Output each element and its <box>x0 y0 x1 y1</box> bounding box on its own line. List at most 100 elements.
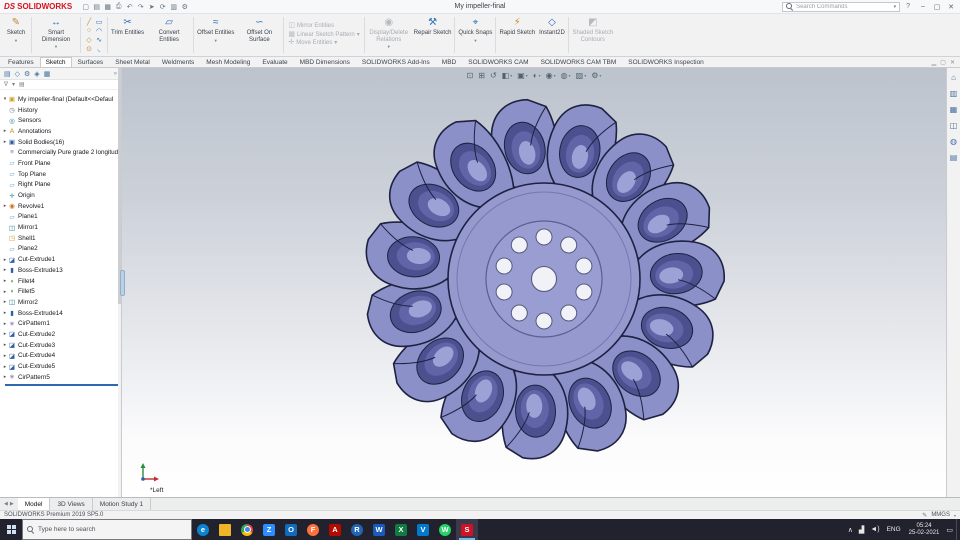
tab-motion-study-1[interactable]: Motion Study 1 <box>93 498 152 510</box>
start-button[interactable] <box>0 519 22 540</box>
save-icon[interactable]: ▦ <box>103 1 112 12</box>
whatsapp-taskbar-button[interactable]: W <box>434 519 456 540</box>
mirror-entities-button[interactable]: ◫ Mirror Entities <box>288 23 359 30</box>
rebuild-icon[interactable]: ⟳ <box>158 1 167 12</box>
centerpoint-arc-tool-icon[interactable]: ◠ <box>94 26 104 35</box>
close-button[interactable]: ✕ <box>944 1 958 13</box>
new-file-icon[interactable]: ▢ <box>81 1 90 12</box>
tab-weldments[interactable]: Weldments <box>156 57 200 67</box>
offset-on-surface-button[interactable]: ∽ Offset On Surface <box>236 15 282 55</box>
feature-tree-item-plane2[interactable]: ▱ Plane2 <box>0 244 121 255</box>
sketch-dropdown-icon[interactable]: ▼ <box>14 38 18 43</box>
view-palette-icon[interactable]: ◫ <box>950 121 958 130</box>
tab-3d-views[interactable]: 3D Views <box>50 498 93 510</box>
feature-tree-item-revolve1[interactable]: ▸ ◉ Revolve1 <box>0 201 121 212</box>
offset-entities-button[interactable]: ≈ Offset Entities ▼ <box>195 15 236 55</box>
quick-snaps-button[interactable]: ⌖ Quick Snaps ▼ <box>456 15 494 55</box>
units-badge[interactable]: MMGS <box>931 512 950 518</box>
impeller-drawing[interactable] <box>344 79 744 479</box>
feature-tree-item-fillet4[interactable]: ▸ ◖ Fillet4 <box>0 276 121 287</box>
minimize-button[interactable]: – <box>916 1 930 13</box>
dimxpertmanager-tab-icon[interactable]: ◈ <box>34 70 39 78</box>
tab-solidworks-inspection[interactable]: SOLIDWORKS Inspection <box>622 57 710 67</box>
feature-tree-item-sensors[interactable]: ◎ Sensors <box>0 115 121 126</box>
feature-tree-item-shell1[interactable]: ◳ Shell1 <box>0 233 121 244</box>
smart-dimension-button[interactable]: ↔ Smart Dimension ▼ <box>33 15 79 55</box>
filter-dropdown-icon[interactable]: ▾ <box>12 81 15 88</box>
action-center-icon[interactable]: ▭ <box>943 526 956 534</box>
feature-tree-item-front-plane[interactable]: ▱ Front Plane <box>0 158 121 169</box>
network-icon[interactable]: ▟ <box>856 526 867 534</box>
doc-minimize-button[interactable]: ▁ <box>932 59 937 66</box>
repair-sketch-button[interactable]: ⚒ Repair Sketch <box>412 15 454 55</box>
feature-tree-item-right-plane[interactable]: ▱ Right Plane <box>0 180 121 191</box>
line-tool-icon[interactable]: ╱ <box>84 17 94 26</box>
tab-model[interactable]: Model <box>17 498 51 510</box>
sketch-fillet-tool-icon[interactable]: ◟ <box>94 44 104 53</box>
tab-mbd-dimensions[interactable]: MBD Dimensions <box>294 57 356 67</box>
volume-icon[interactable]: ◄) <box>867 526 882 533</box>
featuremanager-tab-icon[interactable]: ▤ <box>4 70 11 78</box>
doc-close-button[interactable]: ✕ <box>950 59 955 66</box>
chrome-taskbar-button[interactable] <box>236 519 258 540</box>
file-properties-icon[interactable]: ▥ <box>169 1 178 12</box>
options-icon[interactable]: ⚙ <box>180 1 189 12</box>
trim-entities-button[interactable]: ✂ Trim Entities <box>109 15 146 55</box>
convert-entities-button[interactable]: ▱ Convert Entities <box>146 15 192 55</box>
help-icon[interactable]: ? <box>904 3 912 10</box>
feature-tree-item-history[interactable]: ◷ History <box>0 105 121 116</box>
search-dropdown-icon[interactable]: ▾ <box>894 4 897 10</box>
tab-mesh-modeling[interactable]: Mesh Modeling <box>200 57 256 67</box>
spline-tool-icon[interactable]: ∿ <box>94 35 104 44</box>
show-desktop-button[interactable] <box>956 519 960 540</box>
feature-tree-item-origin[interactable]: ✛ Origin <box>0 190 121 201</box>
linear-sketch-pattern-button[interactable]: ▦ Linear Sketch Pattern ▾ <box>288 31 359 39</box>
circle-tool-icon[interactable]: ○ <box>84 26 94 35</box>
vscode-taskbar-button[interactable]: V <box>412 519 434 540</box>
doc-restore-button[interactable]: ▢ <box>940 59 946 66</box>
print-icon[interactable]: ⎙ <box>114 1 123 12</box>
quick-snaps-dropdown-icon[interactable]: ▼ <box>473 38 477 43</box>
edge-taskbar-button[interactable]: e <box>192 519 214 540</box>
corner-rectangle-tool-icon[interactable]: ▭ <box>94 17 104 26</box>
feature-tree-item-boss-extrude14[interactable]: ▸ ▮ Boss-Extrude14 <box>0 308 121 319</box>
instant2d-button[interactable]: ◇ Instant2D <box>537 15 567 55</box>
feature-tree-item-mirror1[interactable]: ◫ Mirror1 <box>0 222 121 233</box>
tab-mbd[interactable]: MBD <box>436 57 462 67</box>
feature-tree-item-cut-extrude1[interactable]: ▸ ◪ Cut-Extrude1 <box>0 254 121 265</box>
graphics-viewport[interactable]: ⊡ ⊞ ↺ ◧ ▾ ▣ ▾ ◐ ▾ ◉ ▾ ◍ ▾ ▨ ▾ ⚙ ▾ *Left <box>122 68 946 497</box>
undo-icon[interactable]: ↶ <box>125 1 134 12</box>
maximize-button[interactable]: ▢ <box>930 1 944 13</box>
feature-tree-item-my-impeller-final-default-defaul[interactable]: ▾ ▣ My impeller-final (Default<<Defaul <box>0 94 121 105</box>
feature-tree-item-top-plane[interactable]: ▱ Top Plane <box>0 169 121 180</box>
edit-appearance-dropdown-icon[interactable]: ▾ <box>569 73 571 78</box>
solidworks-resources-icon[interactable]: ⌂ <box>951 73 956 82</box>
tab-solidworks-cam-tbm[interactable]: SOLIDWORKS CAM TBM <box>535 57 623 67</box>
tab-solidworks-cam[interactable]: SOLIDWORKS CAM <box>462 57 534 67</box>
hide-show-items-dropdown-icon[interactable]: ▾ <box>554 73 556 78</box>
custom-properties-icon[interactable]: ▤ <box>950 153 958 162</box>
display-delete-dropdown-icon[interactable]: ▼ <box>387 44 391 49</box>
redo-icon[interactable]: ↷ <box>136 1 145 12</box>
feature-tree-item-cut-extrude3[interactable]: ▸ ◪ Cut-Extrude3 <box>0 340 121 351</box>
view-settings-dropdown-icon[interactable]: ▾ <box>599 73 601 78</box>
feature-tree-item-mirror2[interactable]: ▸ ◫ Mirror2 <box>0 297 121 308</box>
panel-splitter-handle[interactable] <box>120 270 125 296</box>
design-library-icon[interactable]: ▥ <box>950 89 958 98</box>
feature-tree-item-cirpattern1[interactable]: ▸ ✳ CirPattern1 <box>0 318 121 329</box>
tab-surfaces[interactable]: Surfaces <box>72 57 110 67</box>
taskbar-search-input[interactable]: Type here to search <box>22 519 192 540</box>
rollback-bar[interactable] <box>5 383 118 386</box>
configurationmanager-tab-icon[interactable]: ⚙ <box>24 70 30 78</box>
panel-flyout-icon[interactable]: » <box>114 71 117 77</box>
acrobat-taskbar-button[interactable]: A <box>324 519 346 540</box>
hidden-icons-chevron[interactable]: ∧ <box>845 526 856 534</box>
tree-display-icon[interactable]: ▤ <box>19 81 25 88</box>
section-view-dropdown-icon[interactable]: ▾ <box>510 73 512 78</box>
move-entities-dropdown-icon[interactable]: ▾ <box>334 40 337 47</box>
tab-solidworks-add-ins[interactable]: SOLIDWORKS Add-Ins <box>356 57 436 67</box>
feature-tree-item-cut-extrude2[interactable]: ▸ ◪ Cut-Extrude2 <box>0 329 121 340</box>
display-delete-relations-button[interactable]: ◉ Display/Delete Relations ▼ <box>366 15 412 55</box>
tab-sheet-metal[interactable]: Sheet Metal <box>109 57 156 67</box>
rstudio-taskbar-button[interactable]: R <box>346 519 368 540</box>
